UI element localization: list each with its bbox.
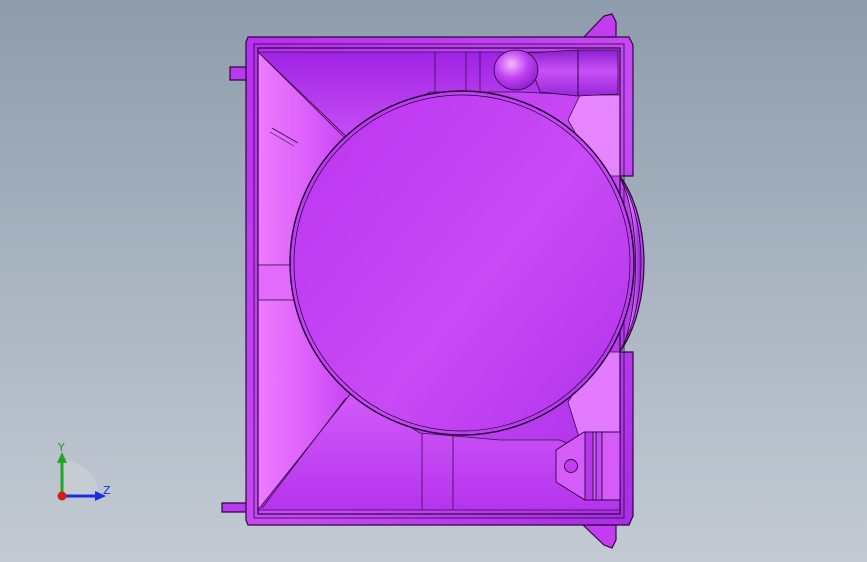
triad-origin	[57, 491, 67, 501]
hose-boss	[493, 49, 619, 97]
y-axis-label: Y	[57, 441, 65, 454]
z-axis-label: Z	[103, 484, 111, 497]
graphics-viewport[interactable]: Y Z	[0, 0, 867, 562]
axis-triad: Y Z	[57, 441, 111, 501]
fan-shroud-model[interactable]	[0, 0, 867, 562]
